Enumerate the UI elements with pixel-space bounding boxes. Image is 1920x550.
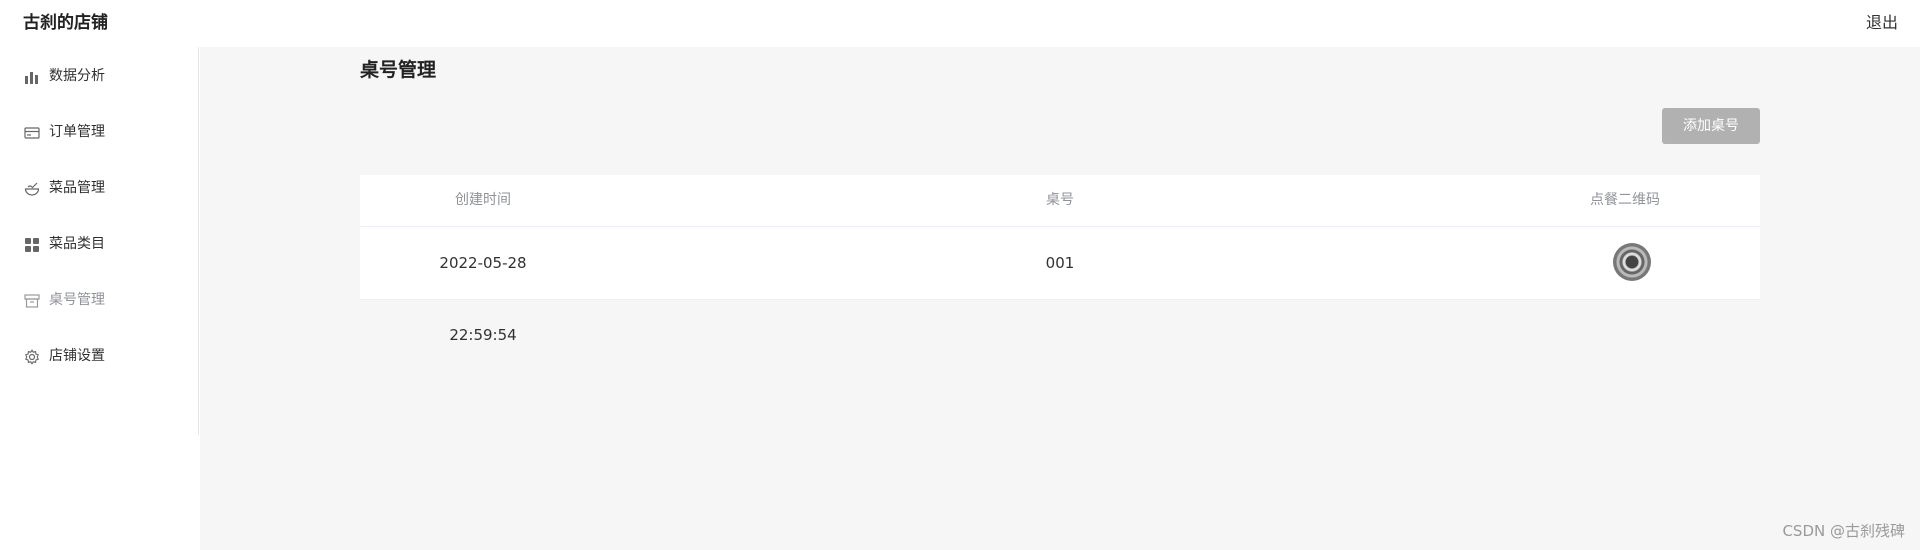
sidebar-item-label: 桌号管理 <box>49 292 105 308</box>
gear-icon <box>25 349 39 365</box>
table-number-cell: 001 <box>1045 254 1075 272</box>
page-title: 桌号管理 <box>360 59 437 81</box>
bowl-icon <box>24 182 40 196</box>
bar-chart-icon <box>25 72 38 84</box>
column-header-qr-code[interactable]: 点餐二维码 <box>1565 175 1685 226</box>
sidebar-item-label: 店铺设置 <box>49 348 105 364</box>
sidebar-item-data-analysis[interactable]: 数据分析 <box>0 56 198 96</box>
add-table-button[interactable]: 添加桌号 <box>1662 108 1760 144</box>
shop-name: 古刹的店铺 <box>23 13 108 33</box>
grid-icon <box>25 238 39 252</box>
sidebar-item-orders[interactable]: 订单管理 <box>0 112 198 152</box>
sidebar-item-dishes[interactable]: 菜品管理 <box>0 168 198 208</box>
box-icon <box>24 294 40 308</box>
qr-code-thumbnail[interactable] <box>1613 243 1651 281</box>
top-bar: 古刹的店铺 退出 <box>0 0 1920 47</box>
column-header-created-at[interactable]: 创建时间 <box>407 175 559 226</box>
sidebar-item-label: 数据分析 <box>49 68 105 84</box>
tables-table: 创建时间 桌号 点餐二维码 2022-05-28 22:59:54 001 <box>360 175 1760 344</box>
table-row[interactable]: 2022-05-28 22:59:54 001 <box>360 227 1760 344</box>
logout-link[interactable]: 退出 <box>1866 12 1898 34</box>
watermark: CSDN @古刹残碑 <box>1782 522 1905 540</box>
sidebar-item-label: 菜品类目 <box>49 236 105 252</box>
sidebar-item-tables[interactable]: 桌号管理 <box>0 280 198 320</box>
sidebar-item-label: 订单管理 <box>49 124 105 140</box>
column-header-table-number[interactable]: 桌号 <box>1000 175 1120 226</box>
sidebar-item-shop-settings[interactable]: 店铺设置 <box>0 336 198 376</box>
created-at-cell: 2022-05-28 22:59:54 <box>439 254 527 344</box>
sidebar: 数据分析 订单管理 菜品管理 菜品类目 桌号管理 店铺设置 <box>0 47 199 435</box>
table-header: 创建时间 桌号 点餐二维码 <box>360 175 1760 227</box>
sidebar-item-dish-categories[interactable]: 菜品类目 <box>0 224 198 264</box>
credit-card-icon <box>24 127 40 139</box>
main-content: 桌号管理 添加桌号 创建时间 桌号 点餐二维码 2022-05-28 22:59… <box>200 47 1920 550</box>
sidebar-item-label: 菜品管理 <box>49 180 105 196</box>
